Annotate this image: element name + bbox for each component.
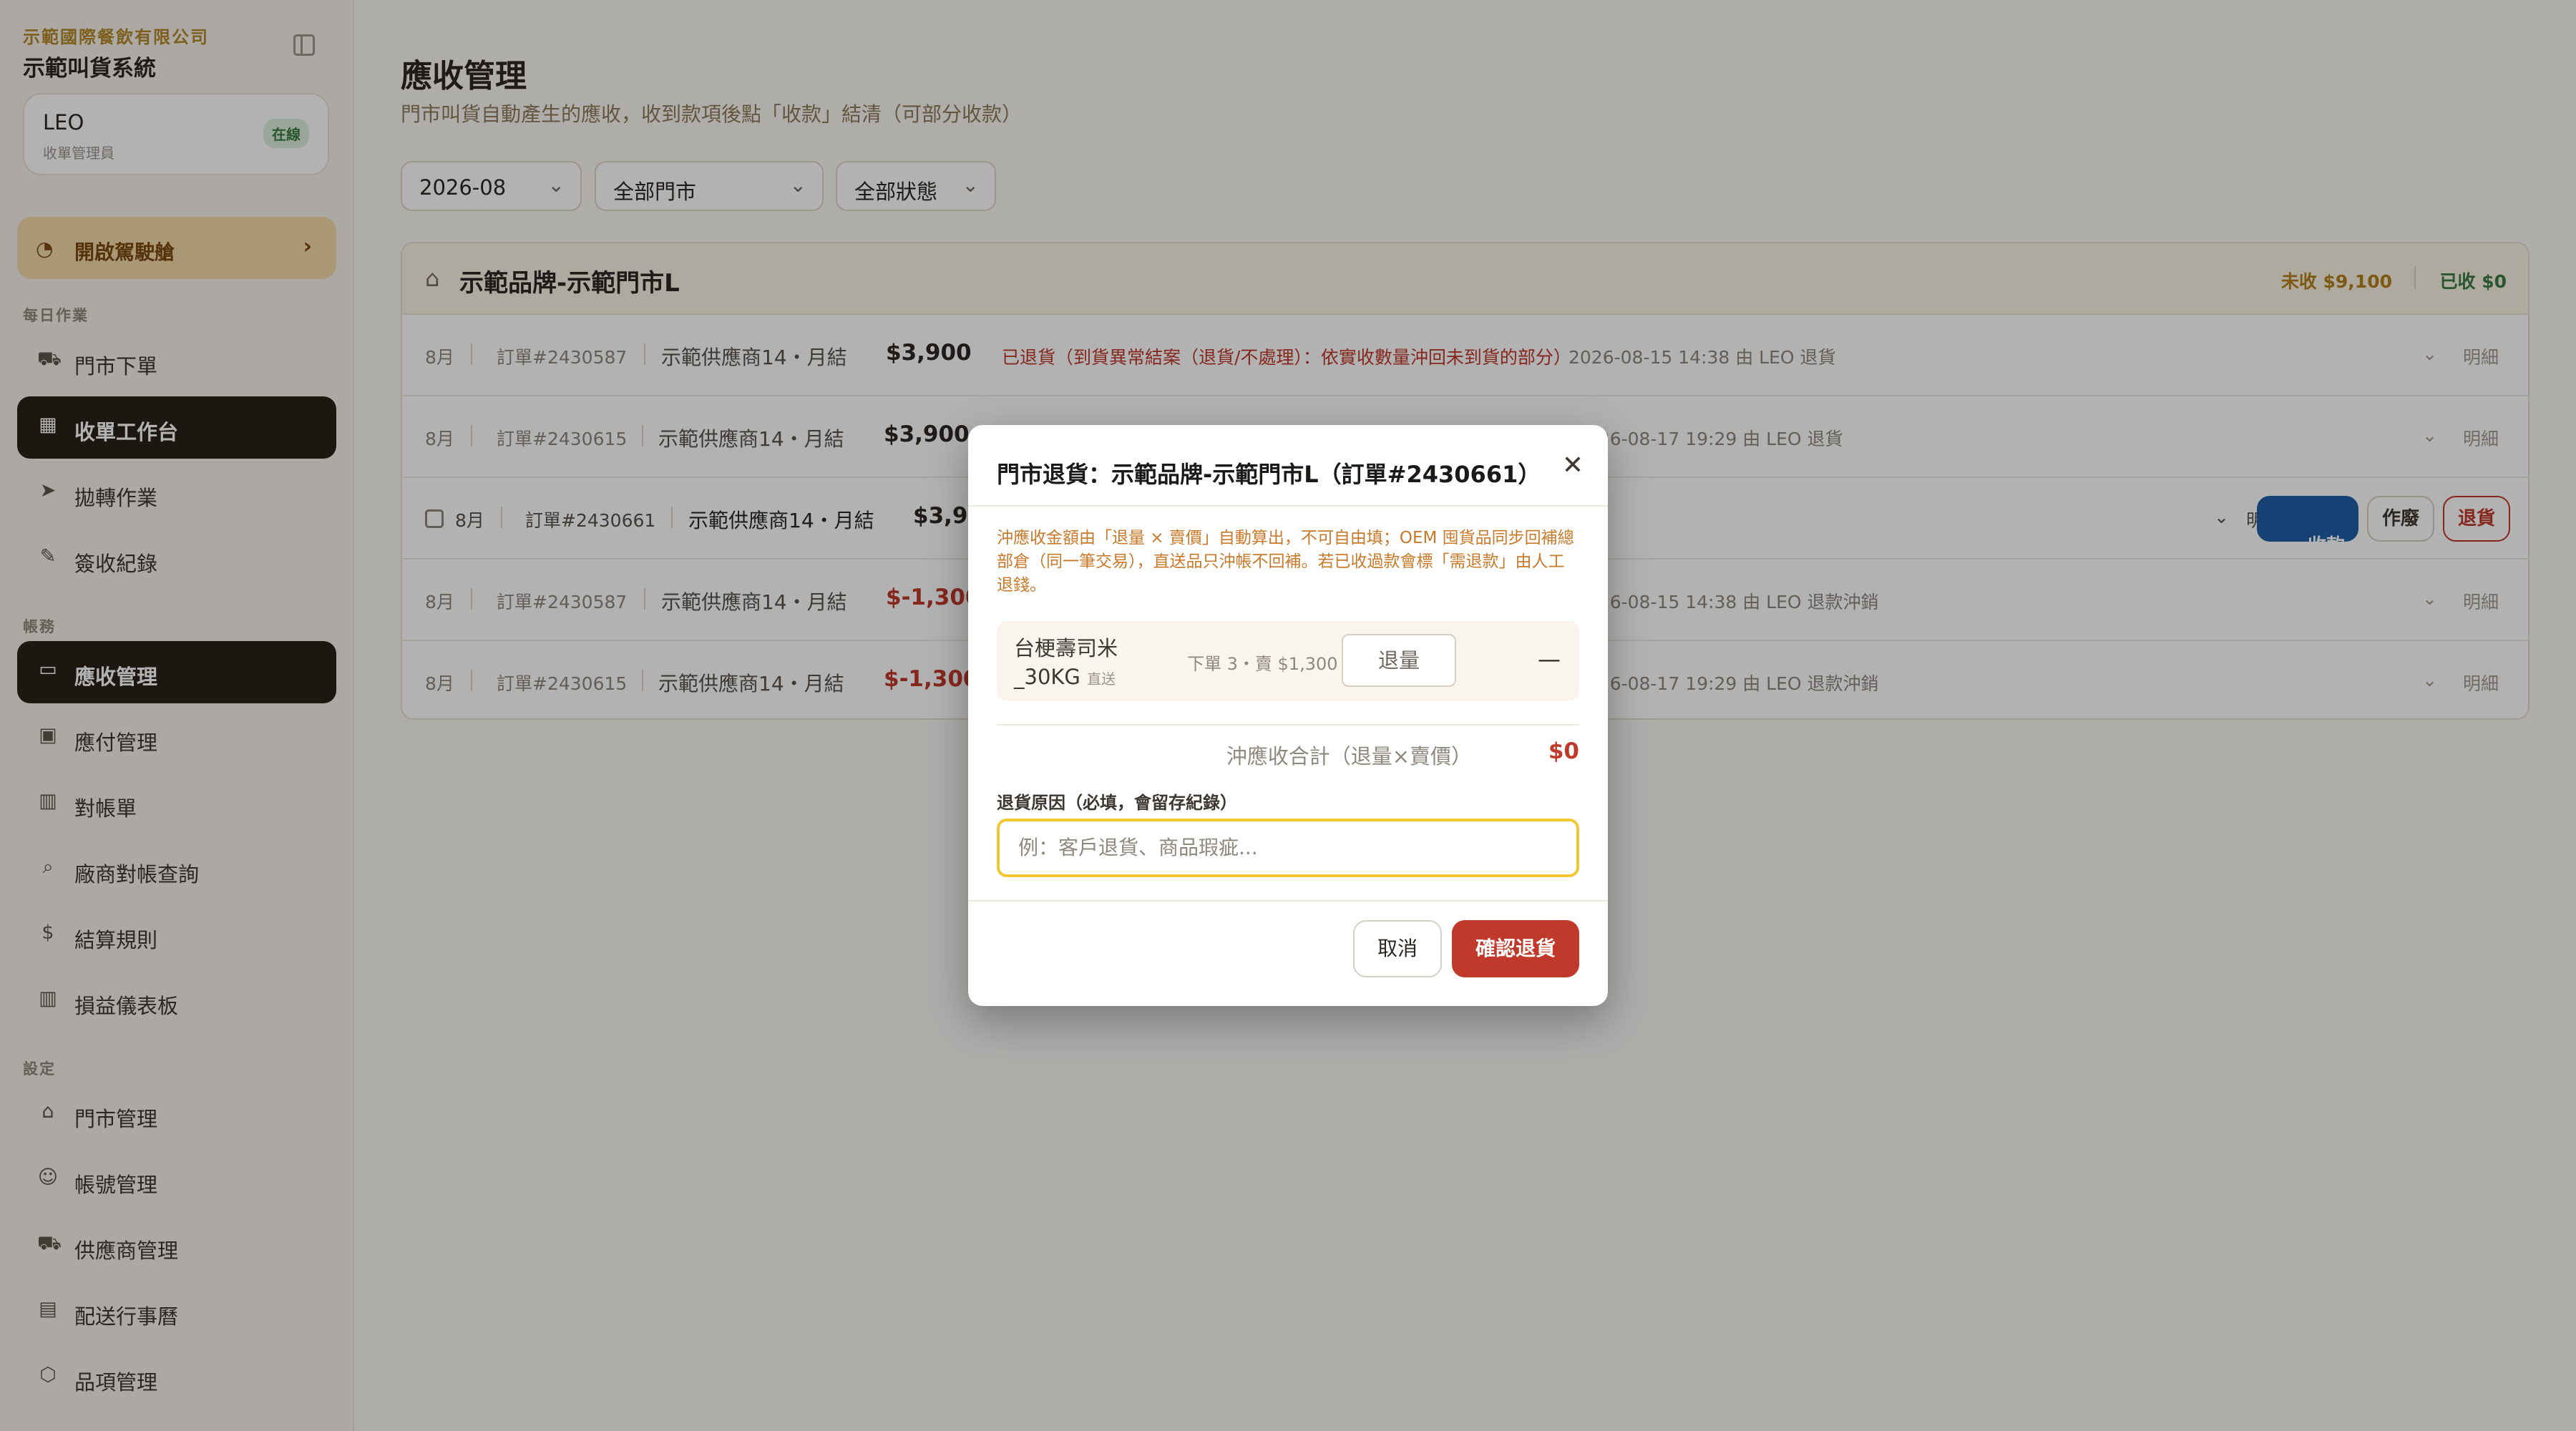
return-qty-input[interactable]: 退量 bbox=[1342, 634, 1456, 687]
item-name-block: 台梗壽司米_30KG 直送 bbox=[1014, 634, 1121, 693]
cancel-button[interactable]: 取消 bbox=[1353, 920, 1442, 977]
return-modal: 門市退貨：示範品牌-示範門市L（訂單#2430661） ✕ 沖應收金額由「退量 … bbox=[968, 425, 1608, 1006]
confirm-return-button[interactable]: 確認退貨 bbox=[1452, 920, 1579, 977]
item-meta: 下單 3・賣 $1,300 bbox=[1187, 654, 1338, 674]
total-label: 沖應收合計（退量×賣價） bbox=[1226, 744, 1472, 768]
modal-divider bbox=[997, 724, 1579, 726]
close-icon[interactable]: ✕ bbox=[1562, 451, 1584, 480]
item-tag: 直送 bbox=[1087, 670, 1116, 688]
item-result: — bbox=[1538, 645, 1561, 673]
return-item-row: 台梗壽司米_30KG 直送 下單 3・賣 $1,300 退量 — bbox=[997, 621, 1579, 701]
total-value: $0 bbox=[1548, 738, 1579, 764]
modal-note: 沖應收金額由「退量 × 賣價」自動算出，不可自由填；OEM 囤貨品同步回補總部倉… bbox=[997, 529, 1574, 595]
reason-label: 退貨原因（必填，會留存紀錄） bbox=[997, 793, 1237, 813]
modal-title: 門市退貨：示範品牌-示範門市L（訂單#2430661） bbox=[997, 461, 1541, 488]
modal-divider bbox=[968, 900, 1608, 902]
reason-input[interactable]: 例：客戶退貨、商品瑕疵... bbox=[997, 819, 1579, 877]
modal-divider bbox=[968, 505, 1608, 507]
